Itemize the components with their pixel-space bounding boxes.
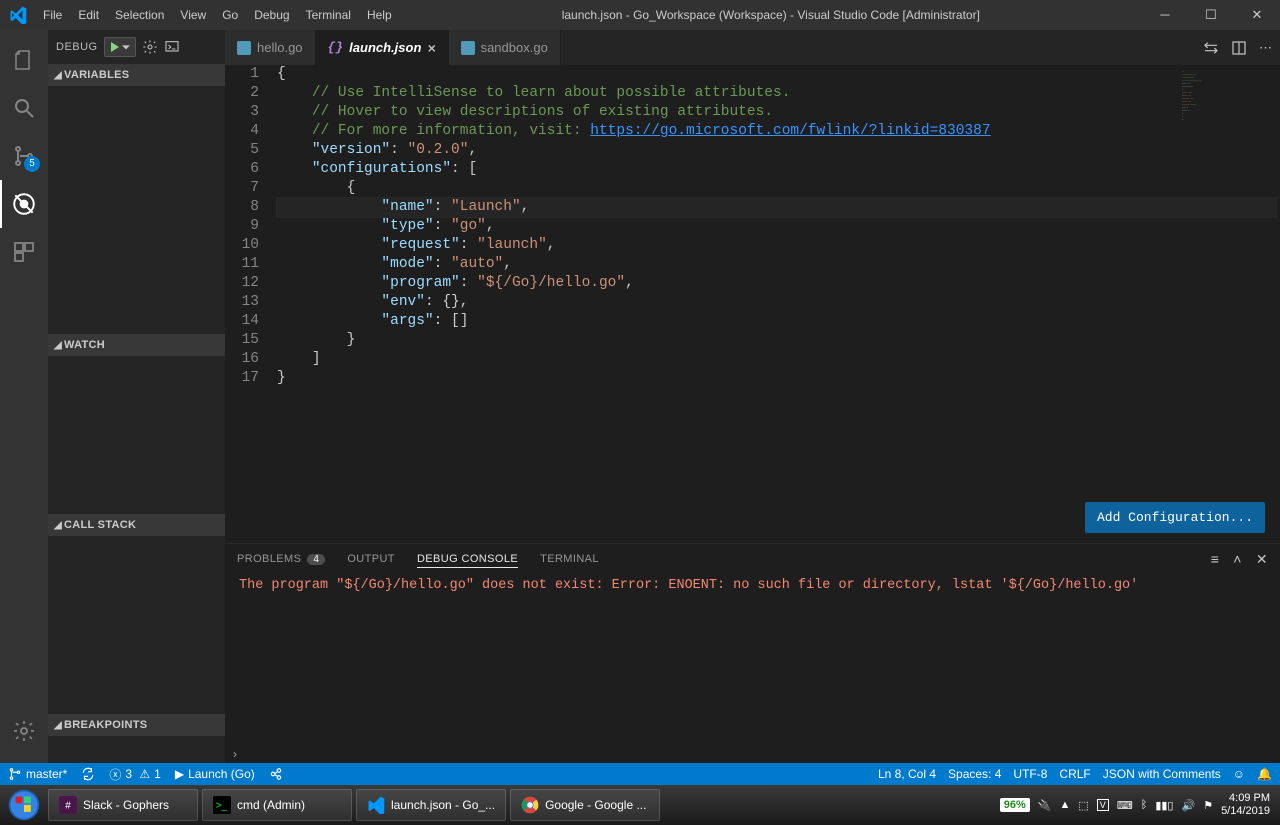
tray-volume-icon[interactable]: 🔊 [1181, 799, 1195, 812]
taskbar-item-cmd[interactable]: >_cmd (Admin) [202, 789, 352, 821]
tray-bluetooth-icon[interactable]: ᛒ [1141, 799, 1148, 811]
tray-network-icon[interactable]: ▮▮▯ [1155, 799, 1173, 812]
section-callstack[interactable]: ◢CALL STACK [48, 514, 225, 536]
window-close-icon[interactable]: ✕ [1234, 0, 1280, 30]
status-launch-config[interactable]: ▶ Launch (Go) [175, 767, 255, 781]
breadcrumb-bar[interactable]: › [225, 743, 1280, 763]
system-tray: 96% 🔌 ▲ ⬚ V ⌨ ᛒ ▮▮▯ 🔊 ⚑ 4:09 PM5/14/2019 [1000, 792, 1276, 818]
menu-view[interactable]: View [172, 8, 214, 22]
tray-action-center-icon[interactable]: ⬚ [1078, 799, 1088, 812]
debug-settings-icon[interactable] [142, 39, 158, 55]
tray-up-icon[interactable]: ▲ [1060, 799, 1071, 811]
taskbar-item-slack[interactable]: #Slack - Gophers [48, 789, 198, 821]
code-editor[interactable]: 1234567891011121314151617 { // Use Intel… [225, 65, 1280, 543]
tray-flag-icon[interactable]: ⚑ [1203, 799, 1213, 812]
start-button[interactable] [4, 785, 44, 825]
extensions-icon[interactable] [0, 228, 48, 276]
tray-touch-keyboard-icon[interactable]: ⌨ [1117, 799, 1133, 812]
gear-icon[interactable] [0, 707, 48, 755]
tab-hello-go[interactable]: hello.go [225, 30, 316, 65]
tray-clock[interactable]: 4:09 PM5/14/2019 [1221, 792, 1276, 818]
panel-close-icon[interactable]: ✕ [1256, 551, 1268, 568]
debug-console-icon[interactable] [164, 39, 180, 55]
menu-bar: File Edit Selection View Go Debug Termin… [35, 8, 400, 22]
status-feedback-icon[interactable]: ☺ [1233, 767, 1245, 781]
editor-area: hello.go {}launch.json× sandbox.go ⋯ 123… [225, 30, 1280, 763]
split-editor-icon[interactable] [1231, 40, 1247, 56]
debug-label: DEBUG [56, 41, 98, 53]
window-minimize-icon[interactable]: ─ [1142, 0, 1188, 30]
section-breakpoints[interactable]: ◢BREAKPOINTS [48, 714, 225, 736]
editor-tabs: hello.go {}launch.json× sandbox.go ⋯ [225, 30, 1280, 65]
menu-debug[interactable]: Debug [246, 8, 297, 22]
status-sync[interactable] [81, 767, 95, 781]
more-icon[interactable]: ⋯ [1259, 40, 1272, 56]
status-cursor-position[interactable]: Ln 8, Col 4 [878, 767, 936, 781]
menu-go[interactable]: Go [214, 8, 246, 22]
source-control-icon[interactable]: 5 [0, 132, 48, 180]
status-encoding[interactable]: UTF-8 [1013, 767, 1047, 781]
section-variables[interactable]: ◢VARIABLES [48, 64, 225, 86]
svg-text:#: # [65, 801, 71, 812]
add-configuration-button[interactable]: Add Configuration... [1085, 502, 1265, 533]
tab-sandbox-go[interactable]: sandbox.go [449, 30, 561, 65]
files-icon[interactable] [0, 36, 48, 84]
search-icon[interactable] [0, 84, 48, 132]
menu-file[interactable]: File [35, 8, 70, 22]
status-indentation[interactable]: Spaces: 4 [948, 767, 1001, 781]
tray-power-icon[interactable]: 🔌 [1038, 799, 1052, 812]
minimap[interactable]: ▬▬▬▬▬▬▬▬▬▬▬▬▬▬▬▬▬▬▬▬▬▬▬▬▬▬▬▬▬▬▬▬▬▬▬▬▬▬▬ … [1176, 65, 1266, 185]
close-icon[interactable]: × [427, 40, 435, 56]
menu-selection[interactable]: Selection [107, 8, 172, 22]
tab-launch-json[interactable]: {}launch.json× [316, 30, 449, 65]
windows-taskbar: #Slack - Gophers >_cmd (Admin) launch.js… [0, 785, 1280, 825]
debug-sidebar: DEBUG ◢VARIABLES ◢WATCH ◢CALL STACK ◢BRE… [48, 30, 225, 763]
battery-indicator[interactable]: 96% [1000, 798, 1030, 812]
debug-icon[interactable] [0, 180, 48, 228]
status-bar: master* ⓧ 3 ⚠ 1 ▶ Launch (Go) Ln 8, Col … [0, 763, 1280, 785]
status-eol[interactable]: CRLF [1059, 767, 1090, 781]
section-watch[interactable]: ◢WATCH [48, 334, 225, 356]
bottom-panel: PROBLEMS4 OUTPUT DEBUG CONSOLE TERMINAL … [225, 543, 1280, 743]
status-branch[interactable]: master* [8, 767, 67, 781]
menu-help[interactable]: Help [359, 8, 400, 22]
panel-collapse-icon[interactable]: ˄ [1233, 551, 1242, 568]
activity-bar: 5 [0, 30, 48, 763]
status-errors[interactable]: ⓧ 3 ⚠ 1 [109, 766, 160, 783]
tray-keyboard-icon[interactable]: V [1097, 799, 1109, 811]
window-maximize-icon[interactable]: ☐ [1188, 0, 1234, 30]
compare-icon[interactable] [1203, 40, 1219, 56]
scm-badge: 5 [24, 156, 40, 172]
taskbar-item-vscode[interactable]: launch.json - Go_... [356, 789, 506, 821]
window-title: launch.json - Go_Workspace (Workspace) -… [400, 8, 1142, 22]
start-debug-button[interactable] [104, 37, 136, 57]
problems-badge: 4 [307, 554, 325, 565]
panel-tab-terminal[interactable]: TERMINAL [540, 551, 599, 567]
debug-console-output: The program "${/Go}/hello.go" does not e… [225, 574, 1280, 743]
status-language-mode[interactable]: JSON with Comments [1103, 767, 1221, 781]
status-bell-icon[interactable]: 🔔 [1257, 767, 1272, 781]
menu-edit[interactable]: Edit [70, 8, 107, 22]
svg-text:>_: >_ [216, 801, 228, 812]
status-live-share[interactable] [269, 767, 283, 781]
menu-terminal[interactable]: Terminal [298, 8, 359, 22]
panel-tab-output[interactable]: OUTPUT [347, 551, 395, 567]
panel-tab-debug-console[interactable]: DEBUG CONSOLE [417, 551, 518, 568]
title-bar: File Edit Selection View Go Debug Termin… [0, 0, 1280, 30]
vscode-logo-icon [0, 6, 35, 24]
panel-tab-problems[interactable]: PROBLEMS4 [237, 551, 325, 567]
taskbar-item-chrome[interactable]: Google - Google ... [510, 789, 660, 821]
panel-clear-icon[interactable]: ≡ [1211, 551, 1220, 568]
